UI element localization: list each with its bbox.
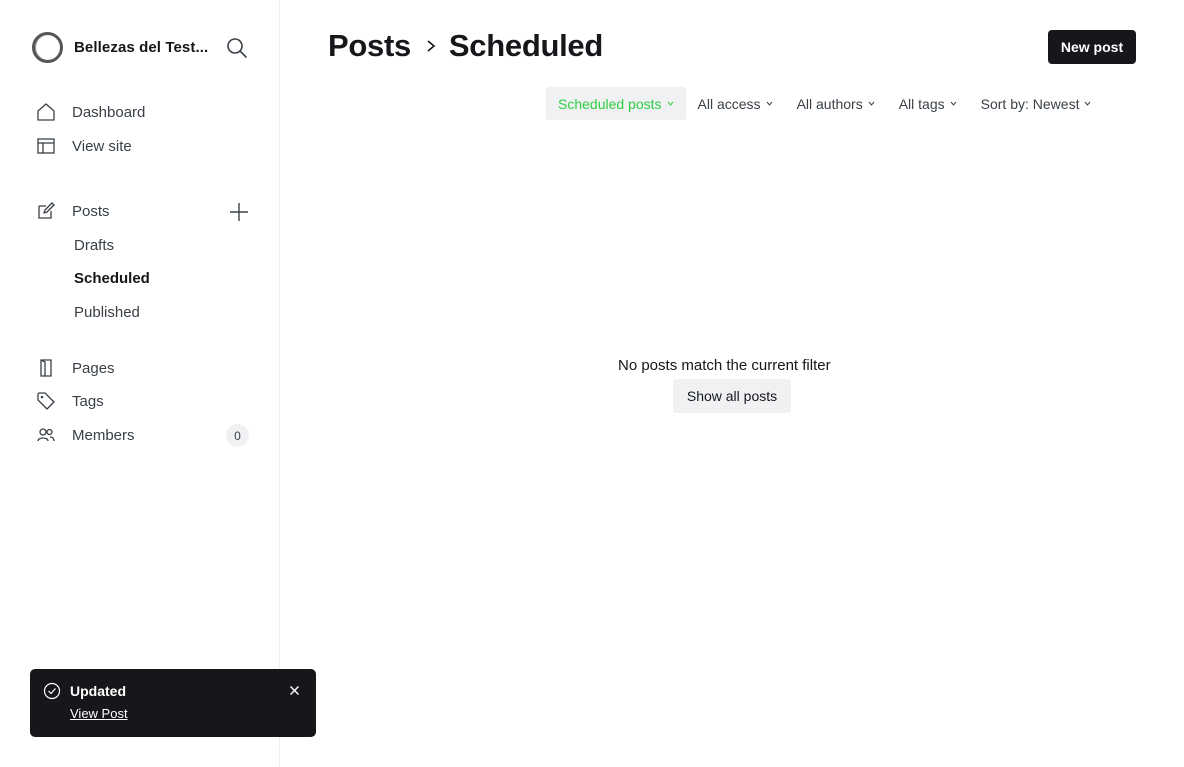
sidebar-item-drafts[interactable]: Drafts <box>74 237 114 254</box>
filter-label: All authors <box>796 95 863 112</box>
sidebar-item-members[interactable]: Members <box>36 425 135 445</box>
page-icon <box>40 359 52 377</box>
sidebar-item-view-site[interactable]: View site <box>36 136 132 156</box>
filter-label: All access <box>697 95 761 112</box>
page-title: Scheduled <box>448 28 603 63</box>
new-post-button[interactable]: New post <box>1048 30 1136 64</box>
filter-authors[interactable]: All authors <box>785 87 887 120</box>
sidebar-item-published[interactable]: Published <box>74 304 140 321</box>
sidebar-item-label: Members <box>72 426 135 444</box>
chevron-down-icon <box>868 101 875 106</box>
site-name: Bellezas del Test... <box>74 39 209 56</box>
sidebar-item-scheduled[interactable]: Scheduled <box>74 270 150 287</box>
chevron-down-icon <box>950 101 957 106</box>
chevron-right-icon <box>427 40 436 52</box>
site-logo <box>32 32 63 63</box>
members-count-badge: 0 <box>226 424 249 447</box>
empty-state-message: No posts match the current filter <box>618 357 831 374</box>
breadcrumb: Posts Scheduled <box>328 28 603 64</box>
filter-label: Scheduled posts <box>558 95 662 112</box>
toast-title: Updated <box>70 683 126 699</box>
close-icon[interactable] <box>288 684 301 697</box>
filter-label: Sort by: Newest <box>980 95 1080 112</box>
edit-icon <box>38 202 55 219</box>
sidebar-item-label: Posts <box>72 202 110 220</box>
layout-icon <box>37 138 55 154</box>
members-icon <box>37 428 55 442</box>
chevron-down-icon <box>667 101 673 106</box>
sidebar-item-pages[interactable]: Pages <box>36 358 115 378</box>
filter-bar: Scheduled posts All access All authors A… <box>546 87 1103 120</box>
show-all-posts-button[interactable]: Show all posts <box>673 379 791 413</box>
sidebar-item-posts[interactable]: Posts <box>36 201 110 221</box>
tag-icon <box>37 392 55 410</box>
filter-type[interactable]: Scheduled posts <box>546 87 686 120</box>
filter-tags[interactable]: All tags <box>887 87 969 120</box>
check-circle-icon <box>43 682 61 700</box>
toast-notification: Updated View Post <box>30 669 316 737</box>
filter-sort[interactable]: Sort by: Newest <box>969 87 1104 120</box>
sidebar-item-dashboard[interactable]: Dashboard <box>36 102 145 122</box>
site-brand[interactable]: Bellezas del Test... <box>32 32 208 63</box>
add-post-icon[interactable] <box>228 201 250 223</box>
sidebar-item-label: Tags <box>72 392 104 410</box>
home-icon <box>37 103 55 121</box>
view-post-link[interactable]: View Post <box>70 706 128 721</box>
sidebar-item-tags[interactable]: Tags <box>36 391 104 411</box>
sidebar-item-label: Pages <box>72 359 115 377</box>
sidebar: Bellezas del Test... Dashboard View site… <box>0 0 280 767</box>
filter-access[interactable]: All access <box>686 87 785 120</box>
sidebar-item-label: View site <box>72 137 132 155</box>
chevron-down-icon <box>766 101 772 106</box>
filter-label: All tags <box>898 95 945 112</box>
sidebar-item-label: Dashboard <box>72 103 146 121</box>
chevron-down-icon <box>1085 101 1091 106</box>
search-icon[interactable] <box>226 37 248 59</box>
breadcrumb-parent[interactable]: Posts <box>328 28 411 64</box>
